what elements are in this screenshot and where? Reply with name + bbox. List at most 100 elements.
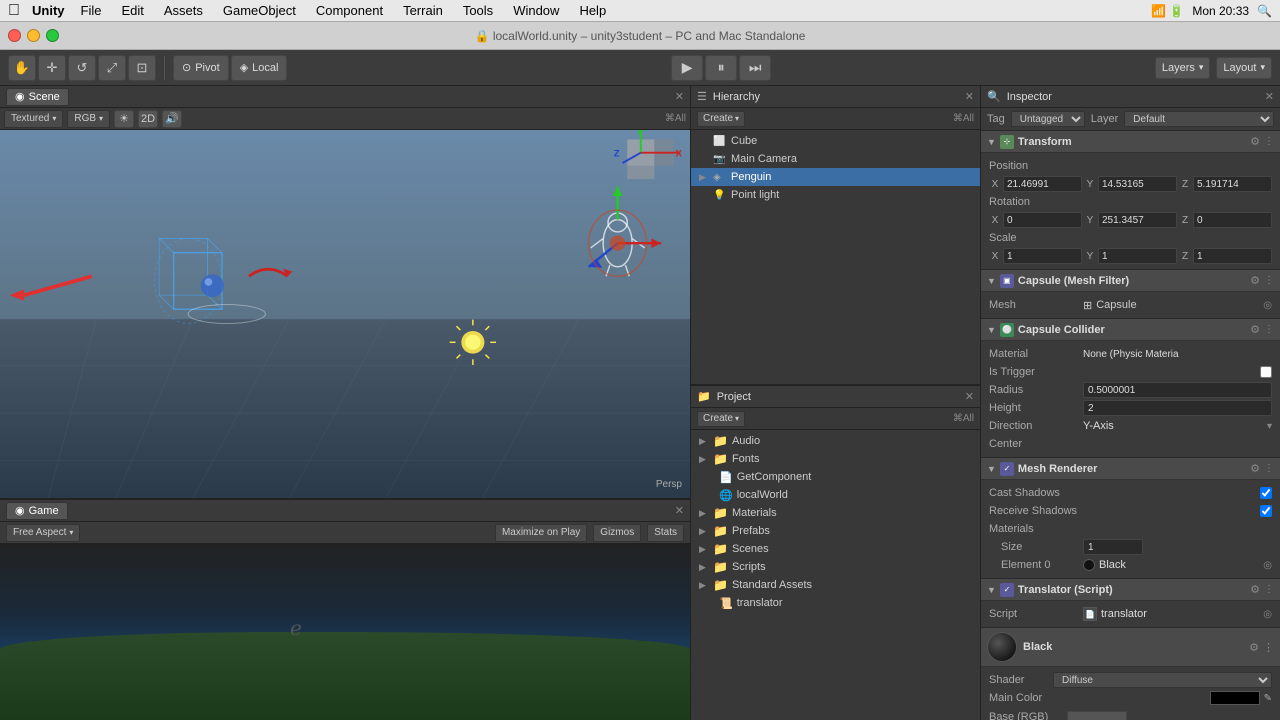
game-panel-close[interactable]: ✕ — [675, 504, 684, 517]
pos-y-input[interactable] — [1098, 176, 1177, 192]
scale-x-input[interactable] — [1003, 248, 1082, 264]
menu-component[interactable]: Component — [312, 3, 387, 18]
step-button[interactable]: ⏭ — [739, 55, 771, 81]
menu-help[interactable]: Help — [575, 3, 610, 18]
collider-settings-icon[interactable]: ⋮ — [1264, 324, 1274, 335]
scene-tab[interactable]: ◉ Scene — [6, 88, 69, 106]
menu-file[interactable]: File — [77, 3, 106, 18]
render-mode-dropdown[interactable]: Textured — [4, 110, 63, 128]
hierarchy-panel-close[interactable]: ✕ — [965, 90, 974, 103]
texture-slot[interactable]: None (Texture2D) — [1067, 711, 1127, 720]
rot-x-input[interactable] — [1003, 212, 1082, 228]
shader-select[interactable]: Diffuse — [1053, 672, 1272, 688]
project-folder-standard-assets[interactable]: ▶ 📁 Standard Assets — [691, 576, 980, 594]
menu-assets[interactable]: Assets — [160, 3, 207, 18]
transform-settings-icon[interactable]: ⋮ — [1264, 136, 1274, 147]
project-file-translator[interactable]: 📜 translator — [691, 594, 980, 612]
mesh-filter-component-header[interactable]: ▼ ▣ Capsule (Mesh Filter) ⚙ ⋮ — [981, 270, 1280, 292]
is-trigger-checkbox[interactable] — [1260, 366, 1272, 378]
size-input[interactable] — [1083, 539, 1143, 555]
material-expand-icon[interactable]: ⋮ — [1263, 641, 1274, 654]
apple-menu[interactable]:  — [8, 2, 20, 20]
receive-shadows-checkbox[interactable] — [1260, 505, 1272, 517]
hierarchy-item-pointlight[interactable]: 💡 Point light — [691, 186, 980, 204]
menu-window[interactable]: Window — [509, 3, 563, 18]
renderer-gear-icon[interactable]: ⚙ — [1250, 462, 1260, 475]
layers-dropdown[interactable]: Layers — [1155, 57, 1211, 79]
cast-shadows-checkbox[interactable] — [1260, 487, 1272, 499]
project-panel-close[interactable]: ✕ — [965, 390, 974, 403]
meshfilter-settings-icon[interactable]: ⋮ — [1264, 275, 1274, 286]
scene-2d-toggle[interactable]: 2D — [138, 110, 158, 128]
close-button[interactable] — [8, 29, 21, 42]
material-settings-icon[interactable]: ⚙ — [1249, 641, 1259, 654]
scale-z-input[interactable] — [1193, 248, 1272, 264]
menu-gameobject[interactable]: GameObject — [219, 3, 300, 18]
scene-view[interactable]: ◉ Scene ✕ Textured RGB ☀ 2D 🔊 ⌘All — [0, 86, 690, 500]
pos-z-input[interactable] — [1193, 176, 1272, 192]
scale-y-input[interactable] — [1098, 248, 1177, 264]
pos-x-input[interactable] — [1003, 176, 1082, 192]
height-input[interactable] — [1083, 400, 1272, 416]
main-color-swatch[interactable] — [1210, 691, 1260, 705]
inspector-panel-close[interactable]: ✕ — [1265, 90, 1274, 103]
scene-3d-viewport[interactable]: Y X Z Persp — [0, 130, 690, 498]
aspect-dropdown[interactable]: Free Aspect — [6, 524, 80, 542]
stats-button[interactable]: Stats — [647, 524, 684, 542]
layout-dropdown[interactable]: Layout — [1216, 57, 1272, 79]
transform-component-header[interactable]: ▼ ⊹ Transform ⚙ ⋮ — [981, 131, 1280, 153]
hierarchy-item-camera[interactable]: 📷 Main Camera — [691, 150, 980, 168]
meshfilter-gear-icon[interactable]: ⚙ — [1250, 274, 1260, 287]
project-folder-fonts[interactable]: ▶ 📁 Fonts — [691, 450, 980, 468]
project-content[interactable]: ▶ 📁 Audio ▶ 📁 Fonts 📄 GetComponent 🌐 loc… — [691, 430, 980, 720]
maximize-on-play-button[interactable]: Maximize on Play — [495, 524, 587, 542]
game-tab[interactable]: ◉ Game — [6, 502, 68, 520]
script-selector-icon[interactable]: ◎ — [1263, 609, 1272, 620]
mesh-selector-icon[interactable]: ◎ — [1263, 300, 1272, 311]
menu-edit[interactable]: Edit — [117, 3, 147, 18]
maximize-button[interactable] — [46, 29, 59, 42]
project-file-getcomponent[interactable]: 📄 GetComponent — [691, 468, 980, 486]
minimize-button[interactable] — [27, 29, 40, 42]
menu-terrain[interactable]: Terrain — [399, 3, 447, 18]
radius-input[interactable] — [1083, 382, 1272, 398]
color-edit-icon[interactable]: ✎ — [1264, 693, 1272, 704]
rect-tool[interactable]: ⊡ — [128, 55, 156, 81]
hierarchy-item-cube[interactable]: ⬜ Cube — [691, 132, 980, 150]
hierarchy-content[interactable]: ⬜ Cube 📷 Main Camera ▶ ◈ Penguin 💡 Point — [691, 130, 980, 384]
scene-panel-close[interactable]: ✕ — [675, 90, 684, 103]
project-folder-audio[interactable]: ▶ 📁 Audio — [691, 432, 980, 450]
tag-select[interactable]: Untagged — [1011, 111, 1085, 127]
hierarchy-item-penguin[interactable]: ▶ ◈ Penguin — [691, 168, 980, 186]
transform-gear-icon[interactable]: ⚙ — [1250, 135, 1260, 148]
translator-component-header[interactable]: ▼ ✓ Translator (Script) ⚙ ⋮ — [981, 579, 1280, 601]
translator-gear-icon[interactable]: ⚙ — [1250, 583, 1260, 596]
app-name[interactable]: Unity — [32, 3, 65, 18]
layer-select[interactable]: Default — [1124, 111, 1274, 127]
collider-gear-icon[interactable]: ⚙ — [1250, 323, 1260, 336]
project-create-btn[interactable]: Create — [697, 411, 745, 427]
element0-selector-icon[interactable]: ◎ — [1263, 560, 1272, 571]
mesh-renderer-component-header[interactable]: ▼ ✓ Mesh Renderer ⚙ ⋮ — [981, 458, 1280, 480]
direction-dropdown-icon[interactable]: ▾ — [1267, 421, 1272, 432]
scale-tool[interactable]: ⤢ — [98, 55, 126, 81]
move-tool[interactable]: ✛ — [38, 55, 66, 81]
rotate-tool[interactable]: ↺ — [68, 55, 96, 81]
game-view[interactable]: ◉ Game ✕ Free Aspect Maximize on Play Gi… — [0, 500, 690, 720]
project-folder-materials[interactable]: ▶ 📁 Materials — [691, 504, 980, 522]
capsule-collider-component-header[interactable]: ▼ ⚪ Capsule Collider ⚙ ⋮ — [981, 319, 1280, 341]
project-folder-scenes[interactable]: ▶ 📁 Scenes — [691, 540, 980, 558]
project-folder-scripts[interactable]: ▶ 📁 Scripts — [691, 558, 980, 576]
gizmos-button[interactable]: Gizmos — [593, 524, 641, 542]
project-file-localworld[interactable]: 🌐 localWorld — [691, 486, 980, 504]
translator-settings-icon[interactable]: ⋮ — [1264, 584, 1274, 595]
hierarchy-create-btn[interactable]: Create — [697, 111, 745, 127]
play-button[interactable]: ▶ — [671, 55, 703, 81]
scene-light-toggle[interactable]: ☀ — [114, 110, 134, 128]
scene-audio-toggle[interactable]: 🔊 — [162, 110, 182, 128]
rot-y-input[interactable] — [1098, 212, 1177, 228]
hand-tool[interactable]: ✋ — [8, 55, 36, 81]
pivot-button[interactable]: ⊙ Pivot — [173, 55, 229, 81]
search-icon[interactable]: 🔍 — [1257, 4, 1272, 18]
menu-tools[interactable]: Tools — [459, 3, 497, 18]
